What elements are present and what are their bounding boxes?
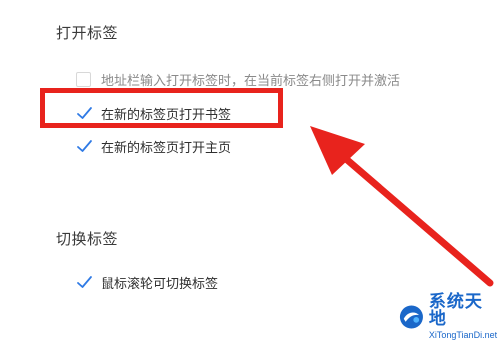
option-open-homepage-new-tab[interactable]: 在新的标签页打开主页 xyxy=(76,137,231,156)
watermark: 系统天地 XiTongTianDi.net xyxy=(398,294,498,340)
checkbox-unchecked[interactable] xyxy=(76,72,91,87)
checkbox-checked[interactable] xyxy=(76,275,92,290)
site-logo-icon xyxy=(399,305,423,329)
checkbox-checked[interactable] xyxy=(76,139,92,154)
annotation-arrow-icon xyxy=(310,126,494,287)
option-label: 在新的标签页打开主页 xyxy=(101,141,232,156)
option-mouse-wheel-switch[interactable]: 鼠标滚轮可切换标签 xyxy=(76,273,218,292)
checkmark-icon xyxy=(77,276,92,288)
option-label: 地址栏输入打开标签时，在当前标签右侧打开并激活 xyxy=(101,74,401,89)
watermark-en: XiTongTianDi.net xyxy=(428,330,498,340)
section-title-open-tabs: 打开标签 xyxy=(56,24,119,42)
option-address-bar-open-right[interactable]: 地址栏输入打开标签时，在当前标签右侧打开并激活 xyxy=(76,70,400,89)
annotation-highlight-box xyxy=(40,88,283,128)
watermark-cn: 系统天地 xyxy=(428,292,483,329)
checkmark-icon xyxy=(77,140,92,152)
option-label: 鼠标滚轮可切换标签 xyxy=(101,277,219,292)
section-title-switch-tabs: 切换标签 xyxy=(56,230,119,248)
